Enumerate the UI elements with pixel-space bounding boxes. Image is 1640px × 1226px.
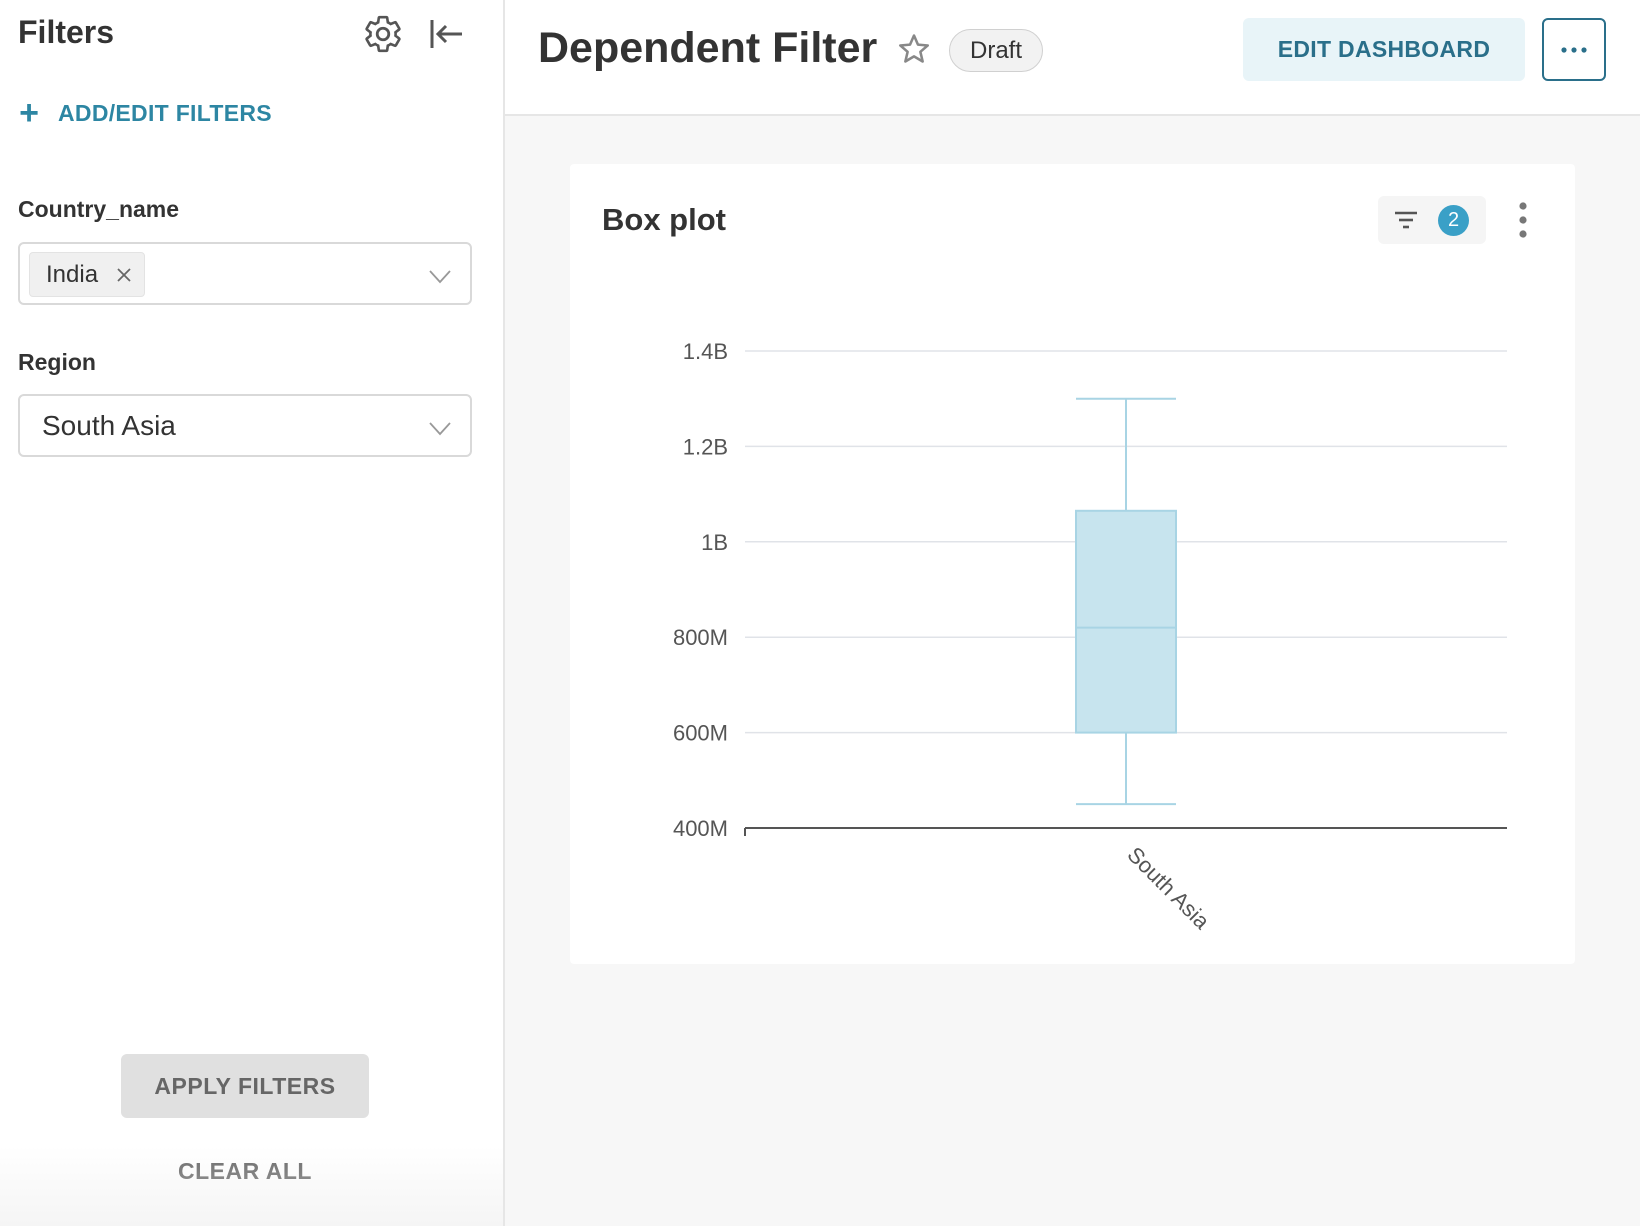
plus-icon: +	[19, 94, 39, 132]
collapse-left-icon[interactable]	[426, 14, 466, 54]
y-tick-label: 1.2B	[683, 434, 728, 459]
chevron-down-icon	[429, 422, 451, 436]
dashboard-title: Dependent Filter	[538, 24, 878, 72]
tag-label: India	[46, 260, 99, 288]
status-badge[interactable]: Draft	[949, 29, 1044, 72]
filter-label-region: Region	[18, 349, 96, 375]
more-actions-button[interactable]	[1542, 18, 1606, 81]
chart-card: Box plot 2 400M 600M 800M 1B 1.2B 1.4B South A…	[570, 164, 1575, 964]
edit-dashboard-button[interactable]: EDIT DASHBOARD	[1243, 18, 1525, 81]
dashboard-header: Dependent Filter Draft EDIT DASHBOARD	[505, 0, 1640, 116]
apply-filters-button[interactable]: APPLY FILTERS	[121, 1054, 369, 1118]
country-name-select[interactable]: India	[18, 242, 472, 305]
gear-icon[interactable]	[362, 13, 404, 55]
x-tick-label: South Asia	[1122, 842, 1215, 935]
dashboard-canvas: Box plot 2 400M 600M 800M 1B 1.2B 1.4B South A…	[505, 116, 1640, 1226]
box-iqr	[1075, 509, 1177, 734]
filter-sidebar: Filters + ADD/EDIT FILTERS Country_name …	[0, 0, 505, 1226]
y-tick-label: 1.4B	[683, 339, 728, 364]
y-tick-label: 600M	[673, 721, 728, 746]
add-edit-filters-label: ADD/EDIT FILTERS	[58, 99, 272, 126]
add-edit-filters-button[interactable]: + ADD/EDIT FILTERS	[14, 96, 272, 130]
region-select-value: South Asia	[42, 410, 176, 441]
y-tick-label: 1B	[701, 530, 728, 555]
y-tick-label: 400M	[673, 816, 728, 841]
selected-tag: India	[29, 252, 145, 297]
chevron-down-icon	[429, 270, 451, 284]
sidebar-title: Filters	[18, 14, 115, 50]
horizontal-dots-icon	[1561, 46, 1587, 53]
star-icon[interactable]	[897, 32, 931, 66]
filter-label-country-name: Country_name	[18, 196, 180, 222]
box-plot-chart: 400M 600M 800M 1B 1.2B 1.4B South Asia	[673, 339, 1507, 935]
region-select[interactable]: South Asia	[18, 394, 472, 457]
close-icon[interactable]	[114, 265, 134, 285]
y-tick-label: 800M	[673, 625, 728, 650]
dashboard-app: Filters + ADD/EDIT FILTERS Country_name …	[0, 0, 1640, 1226]
clear-all-button[interactable]: CLEAR ALL	[121, 1150, 369, 1192]
